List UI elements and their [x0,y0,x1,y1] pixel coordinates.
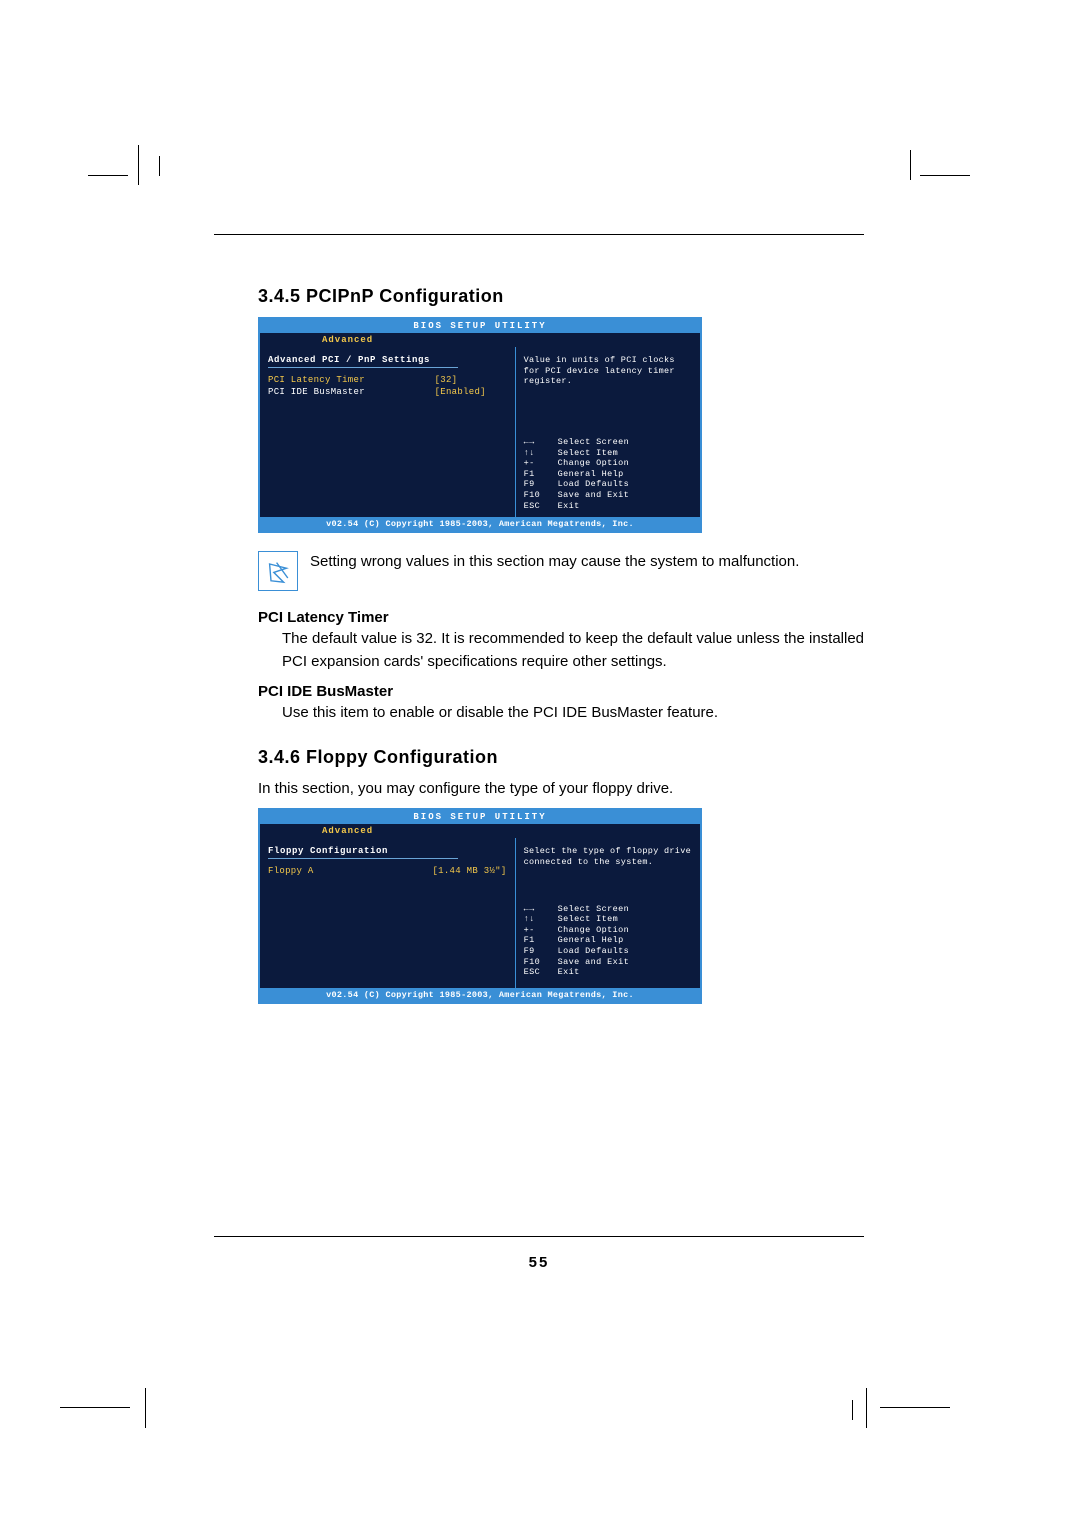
caution-note: Setting wrong values in this section may… [258,551,868,591]
bios-tab-advanced: Advanced [322,335,373,345]
crop-mark [866,1388,867,1428]
crop-mark [920,175,970,176]
bios-right-panel: Value in units of PCI clocks for PCI dev… [516,347,700,517]
legend-key: F9 [524,479,558,490]
bios-title: BIOS SETUP UTILITY [260,810,700,824]
bios-panel-title: Advanced PCI / PnP Settings [268,355,507,365]
bios-tab-row: Advanced [260,333,700,347]
bios-item-label: PCI IDE BusMaster [268,386,435,398]
bios-help-text: Value in units of PCI clocks for PCI dev… [524,355,694,387]
bios-copyright: v02.54 (C) Copyright 1985-2003, American… [260,988,700,1002]
crop-mark [138,145,139,185]
bios-screenshot-345: BIOS SETUP UTILITY Advanced Advanced PCI… [258,317,702,533]
crop-mark [159,156,160,176]
legend-desc: Save and Exit [558,957,694,968]
legend-key: F9 [524,946,558,957]
bios-item-pci-latency: PCI Latency Timer [32] [268,374,507,386]
bios-left-panel: Floppy Configuration Floppy A [1.44 MB 3… [260,838,516,988]
bios-screenshot-346: BIOS SETUP UTILITY Advanced Floppy Confi… [258,808,702,1004]
bios-help-text: Select the type of floppy drive connecte… [524,846,694,867]
legend-desc: Load Defaults [558,946,694,957]
sub-pci-latency-body: The default value is 32. It is recommend… [282,628,868,673]
bios-item-value: [Enabled] [435,386,507,398]
crop-mark [880,1407,950,1408]
crop-mark [852,1400,853,1420]
bios-item-value: [32] [435,374,507,386]
legend-key: ←→ [524,437,558,448]
legend-key: +- [524,925,558,936]
bios-tab-advanced: Advanced [322,826,373,836]
sub-pci-ide-heading: PCI IDE BusMaster [258,683,868,700]
page-bottom-rule [214,1236,864,1237]
legend-key: ESC [524,967,558,978]
divider [268,367,458,368]
crop-mark [145,1388,146,1428]
bios-legend: ←→Select Screen ↑↓Select Item +-Change O… [524,904,694,978]
legend-desc: Save and Exit [558,490,694,501]
caution-icon [258,551,298,591]
bios-title: BIOS SETUP UTILITY [260,319,700,333]
legend-desc: General Help [558,469,694,480]
legend-desc: Select Screen [558,437,694,448]
legend-desc: Change Option [558,458,694,469]
legend-key: F10 [524,490,558,501]
bios-panel-title: Floppy Configuration [268,846,507,856]
caution-text: Setting wrong values in this section may… [310,551,799,573]
bios-copyright: v02.54 (C) Copyright 1985-2003, American… [260,517,700,531]
bios-tab-row: Advanced [260,824,700,838]
legend-desc: Exit [558,967,694,978]
sub-pci-ide-body: Use this item to enable or disable the P… [282,702,868,725]
legend-key: ESC [524,501,558,512]
legend-desc: Select Item [558,448,694,459]
page-number: 55 [214,1254,864,1271]
divider [268,858,458,859]
legend-desc: Select Screen [558,904,694,915]
legend-key: ←→ [524,904,558,915]
legend-key: ↑↓ [524,914,558,925]
legend-desc: Select Item [558,914,694,925]
bios-right-panel: Select the type of floppy drive connecte… [516,838,700,988]
legend-desc: Change Option [558,925,694,936]
page-content: 3.4.5 PCIPnP Configuration BIOS SETUP UT… [258,280,868,1022]
legend-key: F1 [524,469,558,480]
bios-item-floppy-a: Floppy A [1.44 MB 3½"] [268,865,507,877]
bios-left-panel: Advanced PCI / PnP Settings PCI Latency … [260,347,516,517]
bios-legend: ←→Select Screen ↑↓Select Item +-Change O… [524,437,694,511]
bios-item-value: [1.44 MB 3½"] [432,865,506,877]
section-346-intro: In this section, you may configure the t… [258,778,868,801]
legend-desc: Load Defaults [558,479,694,490]
legend-key: +- [524,458,558,469]
bios-item-pci-ide-busmaster: PCI IDE BusMaster [Enabled] [268,386,507,398]
section-heading-345: 3.4.5 PCIPnP Configuration [258,286,868,307]
crop-mark [88,175,128,176]
crop-mark [910,150,911,180]
legend-key: ↑↓ [524,448,558,459]
bios-item-label: Floppy A [268,865,432,877]
legend-key: F10 [524,957,558,968]
section-heading-346: 3.4.6 Floppy Configuration [258,747,868,768]
legend-key: F1 [524,935,558,946]
page-top-rule [214,234,864,235]
bios-item-label: PCI Latency Timer [268,374,435,386]
crop-mark [60,1407,130,1408]
sub-pci-latency-heading: PCI Latency Timer [258,609,868,626]
legend-desc: General Help [558,935,694,946]
legend-desc: Exit [558,501,694,512]
